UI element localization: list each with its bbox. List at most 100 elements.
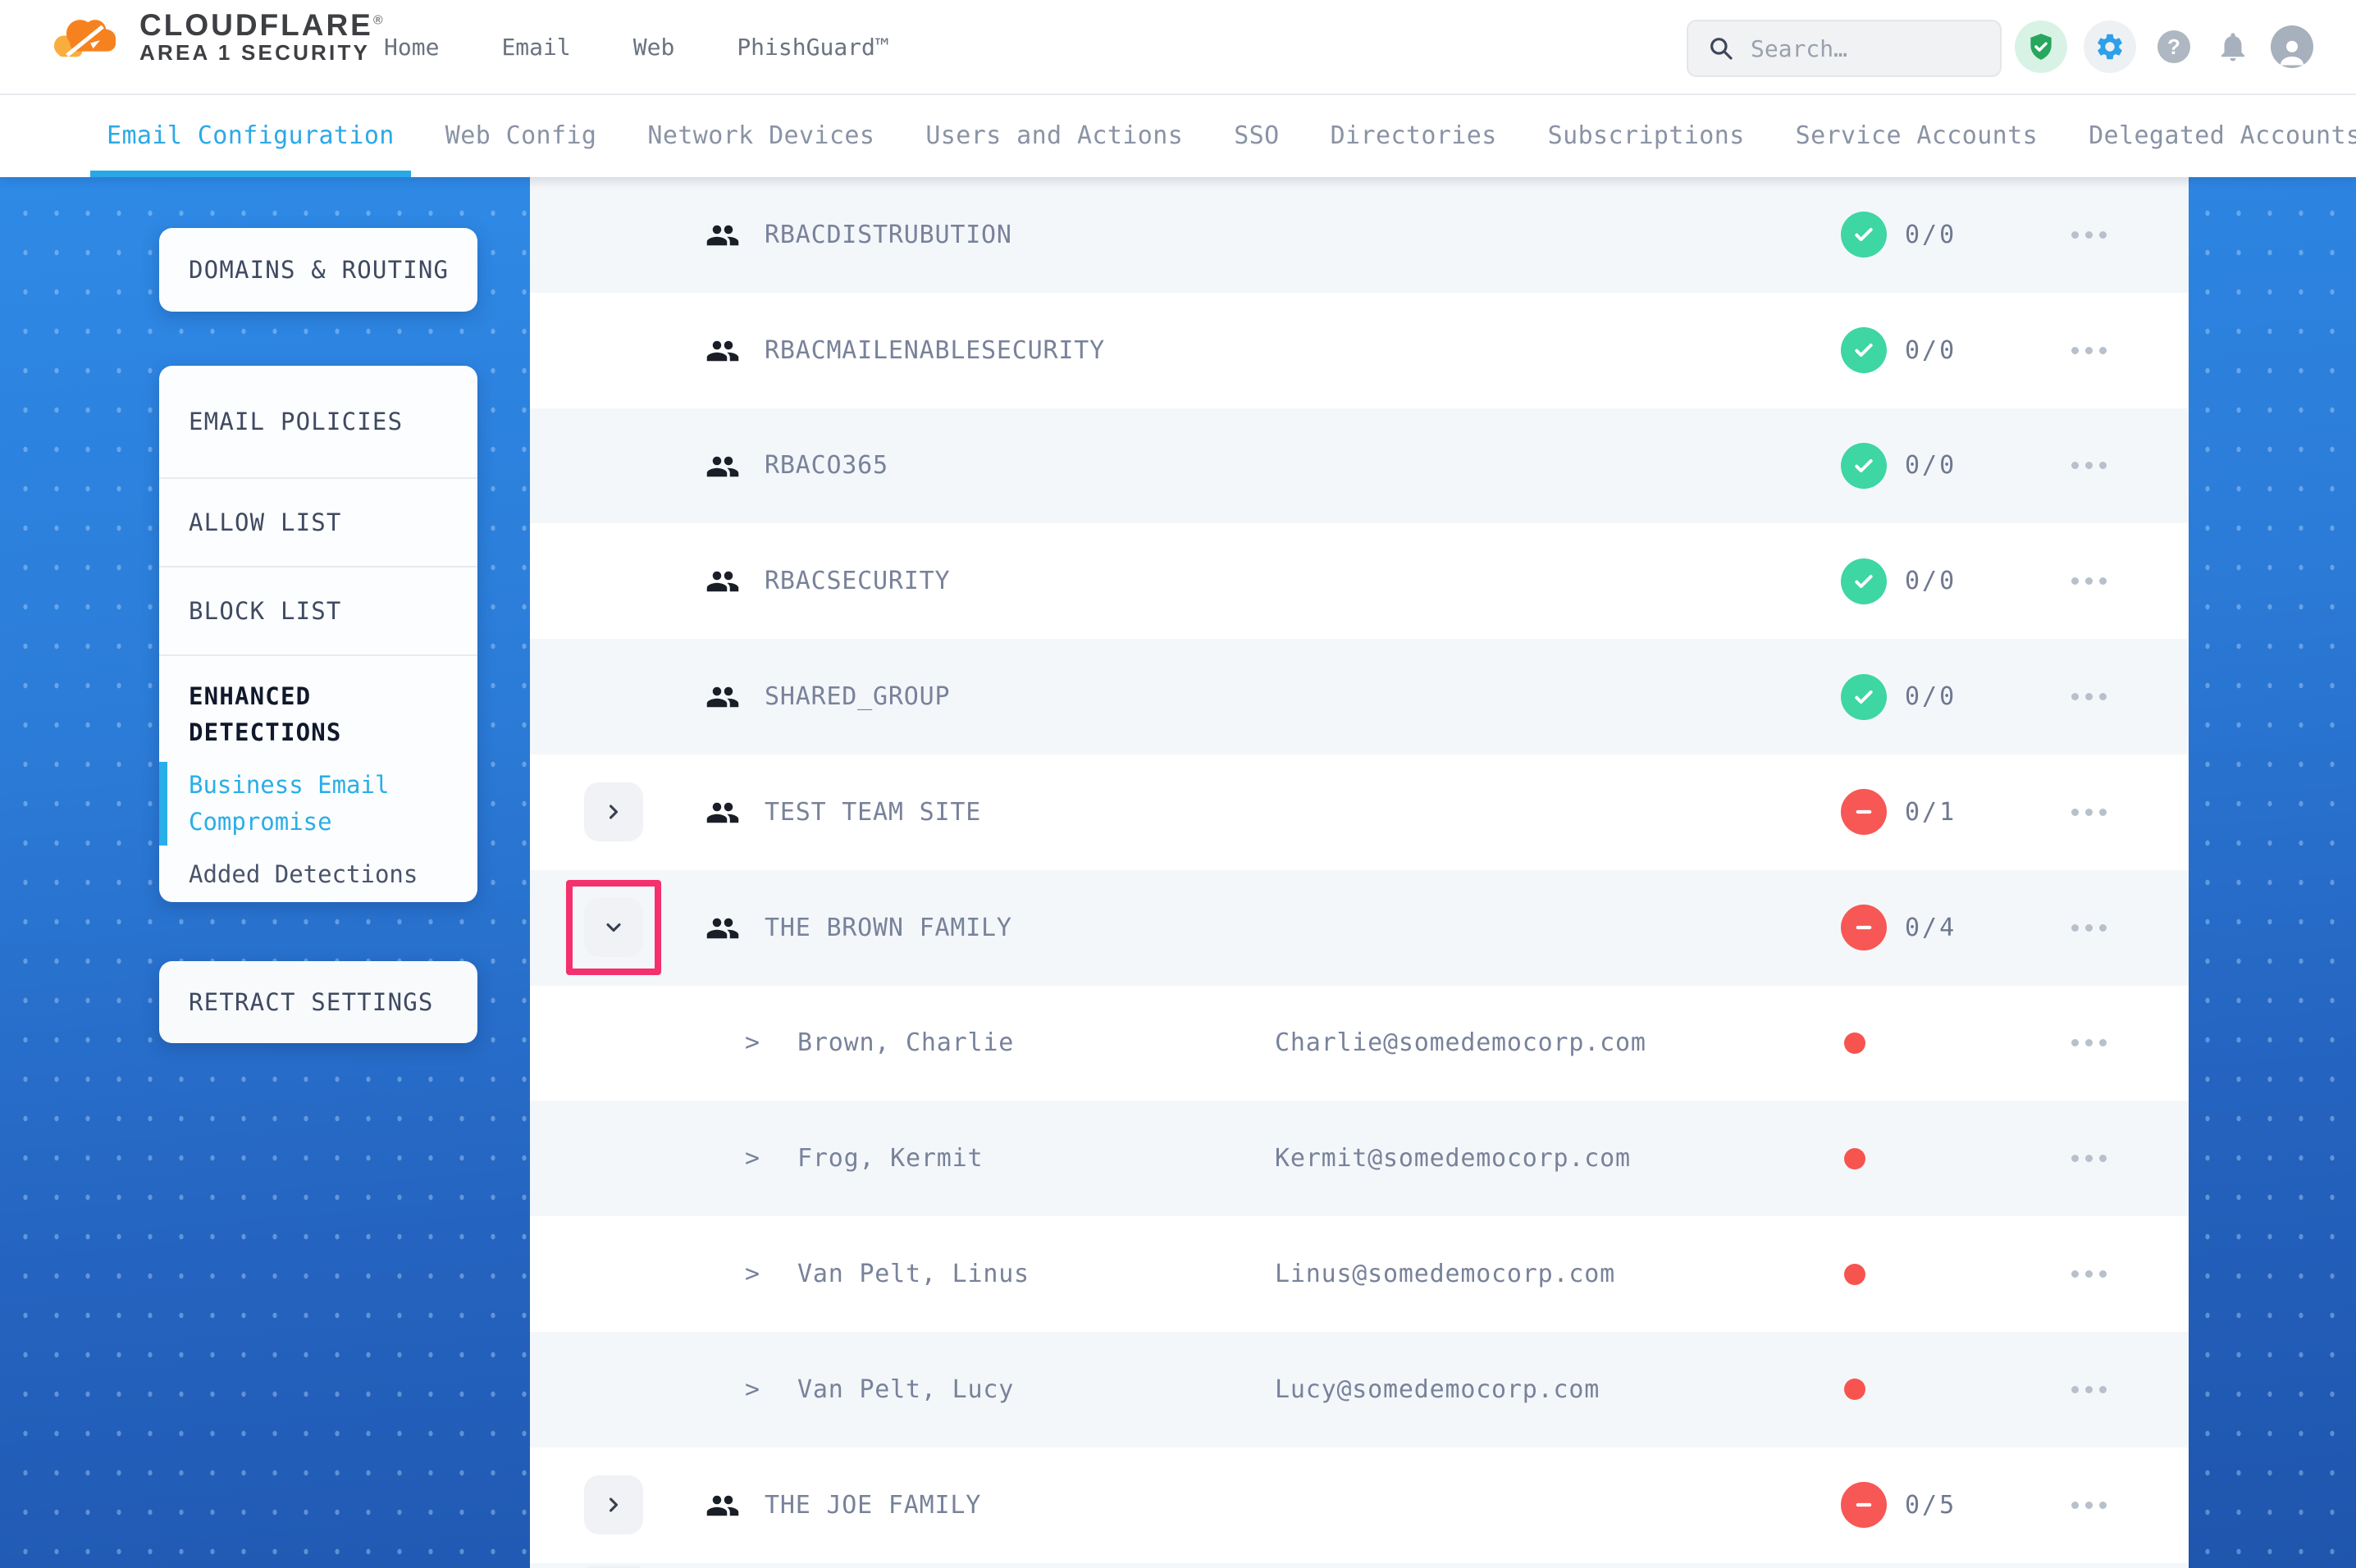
- status-check-icon: [1841, 443, 1887, 489]
- row-actions-menu-button[interactable]: [2059, 177, 2118, 293]
- sidebar-email-policies-card: EMAIL POLICIES ALLOW LIST BLOCK LIST ENH…: [159, 366, 477, 902]
- member-email: Charlie@somedemocorp.com: [1275, 986, 1646, 1101]
- group-row[interactable]: SHARED_GROUP0/0: [530, 639, 2189, 754]
- member-count-badge: 0/0: [1841, 523, 1956, 639]
- shield-check-icon[interactable]: [2015, 21, 2067, 73]
- row-actions-menu-button[interactable]: [2059, 523, 2118, 639]
- sidebar-label: RETRACT SETTINGS: [159, 988, 434, 1016]
- member-row[interactable]: >Frog, KermitKermit@somedemocorp.com: [530, 1101, 2189, 1216]
- tab-directories[interactable]: Directories: [1331, 93, 1497, 177]
- member-row[interactable]: >Van Pelt, LinusLinus@somedemocorp.com: [530, 1216, 2189, 1332]
- header-icon-group: ?: [2015, 0, 2313, 93]
- tab-web-config[interactable]: Web Config: [445, 93, 597, 177]
- expand-group-button[interactable]: [584, 1475, 643, 1534]
- help-icon[interactable]: ?: [2153, 25, 2195, 68]
- row-actions-menu-button[interactable]: [2059, 1447, 2118, 1563]
- row-actions-menu-button[interactable]: [2059, 986, 2118, 1101]
- group-row[interactable]: TEST TEAM SITE 0/1: [530, 754, 2189, 870]
- collapse-group-button[interactable]: [584, 898, 643, 957]
- member-count: 0/5: [1905, 1491, 1956, 1520]
- status-check-icon: [1841, 327, 1887, 373]
- row-actions-menu-button[interactable]: [2059, 639, 2118, 754]
- group-row[interactable]: RBACSECURITY0/0: [530, 523, 2189, 639]
- chevron-right-icon: [602, 1493, 625, 1516]
- member-count-badge: 0/0: [1841, 177, 1956, 293]
- member-row[interactable]: >Brown, CharlieCharlie@somedemocorp.com: [530, 986, 2189, 1101]
- top-nav-item-web[interactable]: Web: [633, 34, 675, 61]
- chevron-right-icon: [602, 800, 625, 823]
- search-input[interactable]: [1747, 34, 1967, 64]
- member-name: Van Pelt, Lucy: [797, 1332, 1014, 1447]
- member-name: Frog, Kermit: [797, 1101, 983, 1216]
- group-icon: [705, 218, 740, 253]
- account-avatar-icon[interactable]: [2271, 25, 2313, 68]
- row-actions-menu-button[interactable]: [2059, 1216, 2118, 1332]
- group-name: RBACDISTRUBUTION: [765, 177, 1012, 293]
- status-check-icon: [1841, 558, 1887, 604]
- group-icon: [705, 911, 740, 946]
- status-dot-red: [1844, 1032, 1865, 1054]
- member-email: Linus@somedemocorp.com: [1275, 1216, 1615, 1332]
- row-actions-menu-button[interactable]: [2059, 870, 2118, 986]
- sidebar-item-email-policies[interactable]: EMAIL POLICIES: [159, 366, 477, 479]
- tab-users-and-actions[interactable]: Users and Actions: [925, 93, 1183, 177]
- sidebar-item-allow-list[interactable]: ALLOW LIST: [159, 479, 477, 567]
- content-area: DOMAINS & ROUTING EMAIL POLICIES ALLOW L…: [0, 177, 2356, 1568]
- member-count: 0/1: [1905, 798, 1956, 827]
- sidebar-item-enhanced-detections[interactable]: ENHANCED DETECTIONS: [159, 656, 477, 750]
- group-icon: [705, 564, 740, 599]
- chevron-down-icon: [602, 916, 625, 939]
- tab-email-configuration[interactable]: Email Configuration: [107, 93, 395, 177]
- tab-network-devices[interactable]: Network Devices: [647, 93, 874, 177]
- sidebar-item-block-list[interactable]: BLOCK LIST: [159, 567, 477, 656]
- member-email: Kermit@somedemocorp.com: [1275, 1101, 1631, 1216]
- sidebar-item-retract-settings[interactable]: RETRACT SETTINGS: [159, 961, 477, 1043]
- member-row[interactable]: > Van Pelt, Lucy Lucy@somedemocorp.com: [530, 1332, 2189, 1447]
- expand-group-button[interactable]: [584, 782, 643, 841]
- status-check-icon: [1841, 674, 1887, 720]
- tab-delegated-accounts[interactable]: Delegated Accounts: [2089, 93, 2356, 177]
- row-actions-menu-button[interactable]: [2059, 1332, 2118, 1447]
- top-nav-item-home[interactable]: Home: [384, 34, 439, 61]
- row-actions-menu-button[interactable]: [2059, 408, 2118, 524]
- top-header: CLOUDFLARE® AREA 1 SECURITY Home Email Web…: [0, 0, 2356, 95]
- cloudflare-logo[interactable]: CLOUDFLARE® AREA 1 SECURITY: [49, 10, 386, 64]
- row-actions-menu-button[interactable]: [2059, 1101, 2118, 1216]
- top-nav-item-phishguard-[interactable]: PhishGuard™: [737, 34, 888, 61]
- group-row[interactable]: THE JOE FAMILY 0/5: [530, 1447, 2189, 1563]
- group-name: SHARED_GROUP: [765, 639, 950, 754]
- sidebar-item-added-detections[interactable]: Added Detections: [159, 860, 477, 888]
- chevron-right-icon: >: [745, 1216, 760, 1332]
- tab-subscriptions[interactable]: Subscriptions: [1548, 93, 1745, 177]
- chevron-right-icon: >: [745, 986, 760, 1101]
- group-row[interactable]: RBACDISTRUBUTION 0/0: [530, 177, 2189, 293]
- top-nav-item-email[interactable]: Email: [501, 34, 570, 61]
- tab-sso[interactable]: SSO: [1234, 93, 1279, 177]
- member-count: 0/0: [1905, 567, 1956, 595]
- settings-gear-icon[interactable]: [2084, 21, 2136, 73]
- group-row[interactable]: THE BROWN FAMILY0/4: [530, 870, 2189, 986]
- member-count: 0/0: [1905, 451, 1956, 480]
- group-icon: [705, 334, 740, 368]
- row-actions-menu-button[interactable]: [2059, 293, 2118, 408]
- member-count-badge: 0/1: [1841, 754, 1956, 870]
- group-icon: [705, 795, 740, 830]
- notifications-bell-icon[interactable]: [2212, 25, 2254, 68]
- group-name: TEST TEAM SITE: [765, 754, 981, 870]
- member-count: 0/0: [1905, 336, 1956, 365]
- member-email: Lucy@somedemocorp.com: [1275, 1332, 1600, 1447]
- search-box[interactable]: [1687, 20, 2002, 77]
- tab-service-accounts[interactable]: Service Accounts: [1796, 93, 2038, 177]
- chevron-right-icon: >: [745, 1332, 760, 1447]
- group-row[interactable]: RBACO365 0/0: [530, 408, 2189, 524]
- group-name: THE JOE FAMILY: [765, 1447, 981, 1563]
- partial-next-row: [530, 1563, 2189, 1568]
- sidebar-label: DOMAINS & ROUTING: [159, 256, 449, 284]
- group-name: RBACO365: [765, 408, 888, 524]
- sidebar-item-business-email-compromise[interactable]: Business Email Compromise: [159, 767, 477, 841]
- row-actions-menu-button[interactable]: [2059, 754, 2118, 870]
- groups-table: RBACDISTRUBUTION0/0RBACMAILENABLESECURIT…: [530, 177, 2189, 1568]
- member-count-badge: 0/0: [1841, 408, 1956, 524]
- group-row[interactable]: RBACMAILENABLESECURITY0/0: [530, 293, 2189, 408]
- sidebar-item-domains-routing[interactable]: DOMAINS & ROUTING: [159, 228, 477, 312]
